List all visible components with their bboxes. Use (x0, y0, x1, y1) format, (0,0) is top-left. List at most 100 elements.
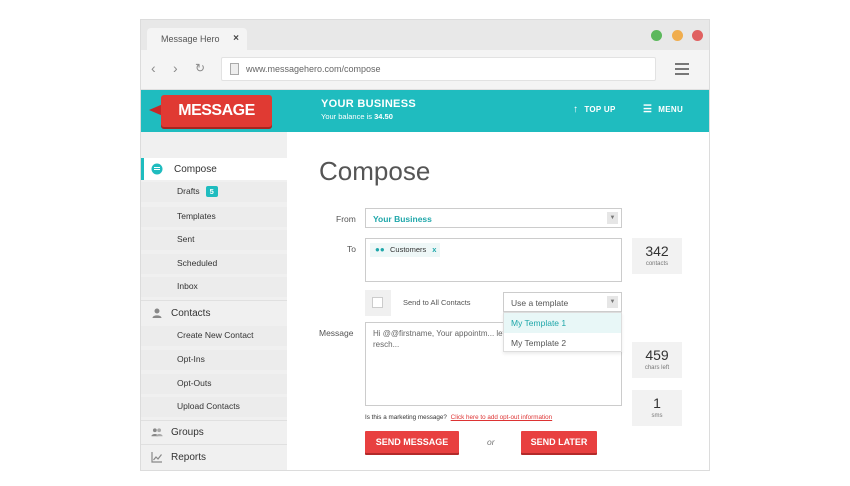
sidebar-item-label: Scheduled (177, 258, 218, 268)
send-all-checkbox-wrap (365, 290, 391, 316)
chevron-down-icon: ▼ (607, 212, 618, 224)
sidebar-item-upload-contacts[interactable]: Upload Contacts (141, 397, 287, 417)
sidebar-item-create-new-contact[interactable]: Create New Contact (141, 326, 287, 346)
balance-value: 34.50 (374, 112, 393, 121)
sidebar-item-compose[interactable]: Compose (141, 158, 287, 180)
send-all-checkbox[interactable] (372, 297, 383, 308)
browser-window: Message Hero × ‹ › ↻ www.messagehero.com… (140, 19, 710, 471)
business-name: YOUR BUSINESS (321, 98, 416, 110)
sms-count-unit: sms (651, 413, 663, 419)
address-bar: ‹ › ↻ www.messagehero.com/compose (141, 50, 709, 90)
menu-label: MENU (658, 105, 684, 114)
sidebar-item-scheduled[interactable]: Scheduled (141, 254, 287, 274)
from-value: Your Business (373, 214, 432, 224)
sidebar-item-label: Upload Contacts (177, 401, 240, 411)
send-later-button[interactable]: SEND LATER (521, 431, 597, 453)
chart-icon (151, 452, 162, 463)
close-dot-icon[interactable] (692, 30, 703, 41)
compose-icon (151, 163, 163, 175)
from-label: From (336, 214, 356, 224)
reload-icon[interactable]: ↻ (195, 61, 205, 75)
sidebar-item-label: Reports (171, 452, 207, 463)
sidebar-item-label: Groups (171, 427, 204, 438)
chars-left: 459 chars left (632, 342, 682, 378)
top-up-button[interactable]: ↑ TOP UP (573, 104, 616, 115)
send-message-button[interactable]: SEND MESSAGE (365, 431, 459, 453)
send-all-label: Send to All Contacts (403, 298, 471, 307)
sidebar-item-label: Opt-Outs (177, 378, 212, 388)
sidebar-item-inbox[interactable]: Inbox (141, 277, 287, 297)
sidebar-item-templates[interactable]: Templates (141, 207, 287, 227)
url-text: www.messagehero.com/compose (246, 64, 381, 74)
template-option[interactable]: My Template 1 (504, 313, 621, 333)
app-header: MESSAGE HERO! YOUR BUSINESS Your balance… (141, 90, 709, 151)
url-field[interactable]: www.messagehero.com/compose (221, 57, 656, 81)
window-controls (646, 28, 703, 46)
back-arrow-icon[interactable]: ‹ (151, 60, 156, 76)
from-select[interactable]: Your Business ▼ (365, 208, 622, 228)
contacts-count-value: 342 (645, 243, 669, 259)
page-title: Compose (319, 156, 431, 186)
sidebar-item-reports[interactable]: Reports (141, 446, 287, 468)
balance-label: Your balance is (321, 112, 373, 121)
template-select[interactable]: Use a template ▼ (503, 292, 622, 312)
remove-recipient-icon[interactable]: x (432, 245, 436, 254)
page-icon (230, 63, 239, 75)
chars-left-value: 459 (645, 347, 669, 363)
contacts-count: 342 contacts (632, 238, 682, 274)
chars-left-unit: chars left (644, 365, 670, 371)
or-separator: or (487, 437, 495, 447)
browser-menu-icon[interactable] (675, 63, 689, 78)
sms-count-value: 1 (653, 395, 661, 411)
sidebar-item-label: Drafts (177, 186, 200, 196)
browser-tab[interactable]: Message Hero × (147, 28, 247, 50)
sidebar-item-opt-outs[interactable]: Opt-Outs (141, 374, 287, 394)
marketing-question: Is this a marketing message? (365, 414, 447, 421)
sidebar-item-label: Sent (177, 234, 195, 244)
menu-button[interactable]: ☰ MENU (643, 104, 683, 115)
recipient-chip: ●● Customers x (370, 243, 441, 257)
balance: Your balance is 34.50 (321, 112, 393, 121)
divider (141, 444, 287, 445)
template-dropdown: My Template 1 My Template 2 (503, 312, 622, 352)
compose-form: Compose From Your Business ▼ To ●● Custo… (287, 132, 709, 470)
template-option[interactable]: My Template 2 (504, 333, 621, 353)
tab-title: Message Hero (161, 34, 220, 44)
top-up-label: TOP UP (584, 105, 616, 114)
opt-out-link[interactable]: Click here to add opt-out information (451, 414, 553, 421)
marketing-note: Is this a marketing message? Click here … (365, 414, 552, 421)
sidebar-item-label: Compose (174, 164, 217, 175)
recipient-chip-label: Customers (390, 245, 427, 254)
sidebar-item-contacts[interactable]: Contacts (141, 302, 287, 324)
contacts-count-unit: contacts (645, 261, 669, 267)
sidebar-item-drafts[interactable]: Drafts 5 (141, 182, 287, 202)
groups-icon (151, 428, 163, 437)
menu-icon: ☰ (643, 104, 653, 115)
sidebar-item-groups[interactable]: Groups (141, 421, 287, 443)
group-icon: ●● (375, 245, 385, 254)
divider (141, 300, 287, 301)
sidebar-item-label: Templates (177, 211, 216, 221)
drafts-count-badge: 5 (205, 186, 218, 197)
minimize-dot-icon[interactable] (671, 30, 683, 41)
tab-bar: Message Hero × (141, 20, 709, 50)
tab-close-icon[interactable]: × (233, 33, 239, 44)
sidebar: Compose Drafts 5 Templates Sent Scheduled… (141, 132, 287, 470)
arrow-up-icon: ↑ (573, 104, 579, 115)
to-label: To (347, 244, 356, 254)
logo[interactable]: MESSAGE HERO! (161, 95, 272, 151)
message-label: Message (319, 328, 354, 338)
maximize-dot-icon[interactable] (651, 30, 663, 41)
person-icon (152, 308, 162, 318)
forward-arrow-icon[interactable]: › (173, 60, 178, 76)
sidebar-item-label: Contacts (171, 308, 211, 319)
sidebar-item-sent[interactable]: Sent (141, 230, 287, 250)
sidebar-item-label: Opt-Ins (177, 354, 205, 364)
sidebar-item-opt-ins[interactable]: Opt-Ins (141, 350, 287, 370)
sms-count: 1 sms (632, 390, 682, 426)
sidebar-item-label: Create New Contact (177, 330, 254, 340)
to-input[interactable]: ●● Customers x (365, 238, 622, 282)
sidebar-item-label: Inbox (177, 281, 198, 291)
chevron-down-icon: ▼ (607, 296, 618, 308)
template-select-value: Use a template (511, 298, 569, 308)
